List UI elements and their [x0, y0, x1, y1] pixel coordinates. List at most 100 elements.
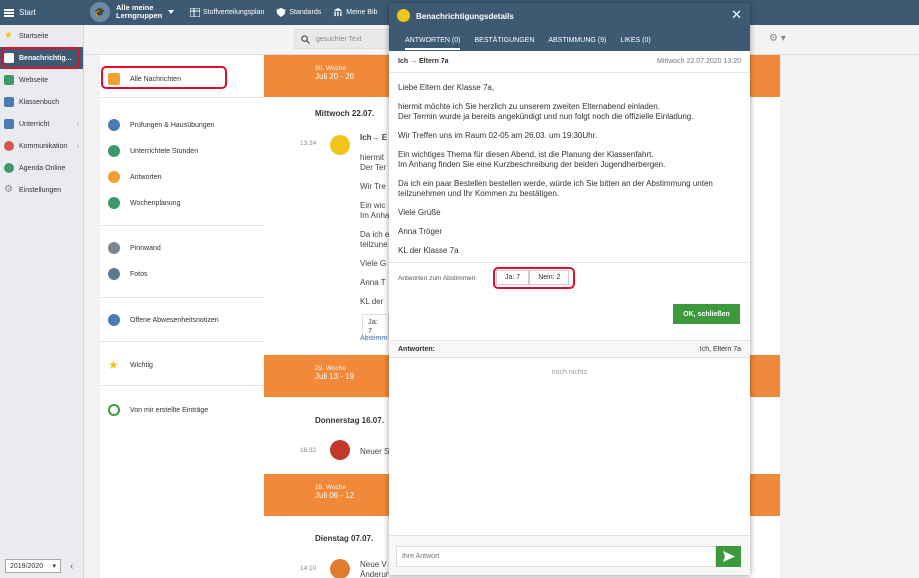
entry-snippet: Im Anha [360, 211, 389, 220]
filter-fotos[interactable]: Fotos [108, 268, 148, 280]
entry-snippet: Da ich e [360, 230, 389, 239]
feed-edge [750, 397, 780, 474]
exam-icon [108, 119, 120, 131]
filter-label: Wochenplanung [130, 199, 181, 207]
filter-abwesenheitsnotizen[interactable]: Offene Abwesenheitsnotizen [108, 314, 219, 326]
entry-title[interactable]: Ich→ E [360, 133, 387, 142]
filter-label: Antworten [130, 173, 162, 181]
start-menu-button[interactable]: Start [0, 0, 84, 25]
filter-label: Von mir erstellte Einträge [130, 406, 209, 414]
vote-label: Antworten zum Abstimmen: [398, 275, 478, 282]
filter-label: Pinnwand [130, 244, 161, 252]
filter-wichtig[interactable]: ★ Wichtig [108, 359, 153, 371]
entry-title[interactable]: Neuer S [360, 447, 389, 456]
entry-time: 16:32 [300, 447, 317, 454]
nav-meine-bibliothek[interactable]: Meine Bib [333, 8, 377, 17]
filter-label: Wichtig [130, 361, 153, 369]
week-dates: Juli 06 - 12 [315, 491, 355, 500]
entry-snippet: Wir Tre [360, 182, 386, 191]
entry-snippet: Viele G [360, 259, 387, 268]
ok-close-button[interactable]: OK, schließen [673, 304, 740, 324]
week-dates: Juli 20 - 26 [315, 72, 355, 81]
search-placeholder: gesuchter Text [316, 35, 362, 43]
sidebar-item-klassenbuch[interactable]: Klassenbuch [0, 91, 83, 113]
highlight-all-messages [101, 66, 227, 89]
mail-icon [330, 135, 350, 155]
collapse-sidebar-icon[interactable]: ‹ [70, 561, 73, 572]
sidebar-item-unterricht[interactable]: Unterricht › [0, 113, 83, 135]
divider [100, 297, 264, 298]
feed-edge [750, 97, 780, 355]
week-header-edge [750, 355, 780, 397]
tab-antworten[interactable]: ANTWORTEN (0) [405, 37, 461, 50]
tab-bestaetigungen[interactable]: BESTÄTIGUNGEN [474, 37, 534, 50]
modal-tabs: ANTWORTEN (0) BESTÄTIGUNGEN ABSTIMMUNG (… [405, 37, 651, 50]
sidebar-item-einstellungen[interactable]: ⚙ Einstellungen [0, 179, 83, 201]
book-icon [4, 97, 14, 107]
sidebar-item-kommunikation[interactable]: Kommunikation › [0, 135, 83, 157]
sidebar-item-startseite[interactable]: ★ Startseite [0, 25, 83, 47]
reply-icon [108, 171, 120, 183]
entry-vote-link[interactable]: Abstimm [360, 335, 387, 342]
filter-pruefungen[interactable]: Prüfungen & Hausübungen [108, 119, 214, 131]
close-icon[interactable]: ✕ [731, 7, 742, 23]
answers-label: Antworten: [398, 345, 435, 353]
divider [100, 341, 264, 342]
filter-label: Prüfungen & Hausübungen [130, 121, 215, 129]
feed-edge [750, 516, 780, 578]
message-paragraph: Da ich ein paar Bestellen bestellen werd… [398, 179, 713, 198]
nav-standards[interactable]: Standards [276, 8, 321, 17]
message-line: hiermit möchte ich Sie herzlich zu unser… [398, 102, 660, 111]
message-paragraph: KL der Klasse 7a [398, 246, 459, 255]
filter-unterrichtete-stunden[interactable]: Unterrichtete Stunden [108, 145, 198, 157]
tab-abstimmung[interactable]: ABSTIMMUNG (9) [548, 37, 606, 50]
entry-snippet: Änderung [360, 570, 389, 578]
top-nav: Stoffverteilungsplan Standards Meine Bib [190, 0, 377, 25]
calendar-icon [330, 440, 350, 460]
message-paragraph: hiermit möchte ich Sie herzlich zu unser… [398, 102, 738, 122]
sidebar-item-agenda-online[interactable]: Agenda Online [0, 157, 83, 179]
change-icon [330, 559, 350, 578]
reply-input[interactable] [396, 546, 716, 567]
divider [100, 225, 264, 226]
divider [389, 262, 750, 263]
week-header: 29. Woche Juli 13 - 19 [264, 355, 389, 397]
entry-snippet: hiermit [360, 153, 385, 162]
message-body: Liebe Eltern der Klasse 7a, hiermit möch… [398, 83, 738, 265]
message-paragraph: Ein wichtiges Thema für diesen Abend, is… [398, 150, 738, 170]
table-icon [190, 8, 200, 17]
photo-icon [108, 268, 120, 280]
library-icon [333, 8, 343, 17]
group-label: Alle meine Lerngruppen [116, 3, 163, 20]
group-selector[interactable]: 🎓 Alle meine Lerngruppen [90, 2, 174, 22]
filter-panel: Alle Nachrichten Prüfungen & Hausübungen… [100, 55, 264, 578]
highlight-sidebar-benachrichtigungen [1, 47, 80, 69]
sidebar-item-webseite[interactable]: Webseite [0, 69, 83, 91]
history-icon [108, 404, 120, 416]
week-header-edge [750, 474, 780, 516]
tab-likes[interactable]: LIKES (0) [620, 37, 650, 50]
nav-stoffverteilungsplan[interactable]: Stoffverteilungsplan [190, 8, 264, 17]
pin-icon [108, 242, 120, 254]
filter-wochenplanung[interactable]: Wochenplanung [108, 197, 180, 209]
message-paragraph: Wir Treffen uns im Raum 02-05 am 26.03. … [398, 131, 598, 140]
entry-title[interactable]: Neue V [360, 560, 387, 569]
send-icon [722, 551, 735, 562]
notification-details-modal: Benachrichtigungsdetails ✕ ANTWORTEN (0)… [389, 3, 750, 575]
entry-snippet: KL der [360, 297, 384, 306]
settings-gear-icon[interactable]: ⚙ ▾ [769, 33, 786, 44]
home-icon [4, 75, 14, 85]
chevron-right-icon: › [76, 120, 79, 128]
graduation-cap-icon: 🎓 [90, 2, 110, 22]
school-year-select[interactable]: 2019/2020 ▾ [5, 559, 61, 573]
filter-antworten[interactable]: Antworten [108, 171, 162, 183]
week-number: 28. Woche [315, 484, 346, 491]
filter-pinnwand[interactable]: Pinnwand [108, 242, 161, 254]
week-header: 30. Woche Juli 20 - 26 [264, 55, 389, 97]
answers-audience: Ich, Eltern 7a [699, 345, 741, 353]
absence-icon [108, 314, 120, 326]
filter-eigene-eintraege[interactable]: Von mir erstellte Einträge [108, 404, 208, 416]
entry-snippet: Anna T [360, 278, 386, 287]
send-button[interactable] [716, 546, 741, 567]
week-header-edge [750, 55, 780, 97]
